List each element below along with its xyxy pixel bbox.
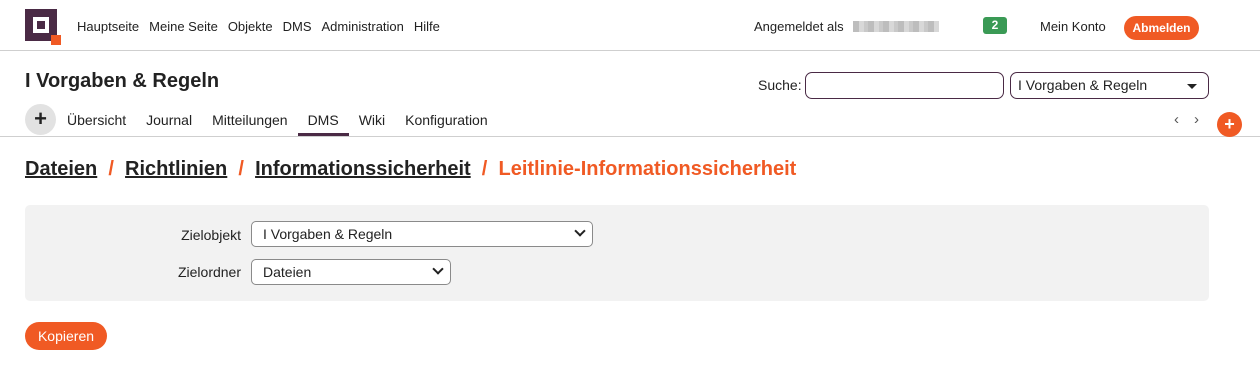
page-title: I Vorgaben & Regeln xyxy=(25,70,220,92)
tab-dms[interactable]: DMS xyxy=(297,101,349,136)
target-object-value: I Vorgaben & Regeln xyxy=(263,226,393,242)
main-nav: Hauptseite Meine Seite Objekte DMS Admin… xyxy=(77,19,440,34)
logout-button[interactable]: Abmelden xyxy=(1124,16,1199,40)
target-folder-select[interactable]: Dateien xyxy=(251,259,451,285)
redacted-username xyxy=(853,21,939,32)
tab-konfiguration[interactable]: Konfiguration xyxy=(395,101,498,136)
breadcrumb-separator: / xyxy=(102,158,120,180)
chevron-left-icon[interactable]: ‹ xyxy=(1174,111,1179,128)
tab-wiki[interactable]: Wiki xyxy=(349,101,395,136)
nav-administration[interactable]: Administration xyxy=(322,19,404,34)
tab-uebersicht[interactable]: Übersicht xyxy=(57,101,136,136)
chevron-down-icon xyxy=(574,225,586,237)
project-tabs-bar: + Übersicht Journal Mitteilungen DMS Wik… xyxy=(0,101,1260,137)
search-label: Suche: xyxy=(758,77,802,93)
copy-button[interactable]: Kopieren xyxy=(25,322,107,350)
breadcrumb-current: Leitlinie-Informationssicherheit xyxy=(498,158,797,180)
nav-objekte[interactable]: Objekte xyxy=(228,19,273,34)
breadcrumb: Dateien / Richtlinien / Informationssich… xyxy=(25,158,796,181)
target-folder-value: Dateien xyxy=(263,264,312,280)
copy-form-panel: Zielobjekt I Vorgaben & Regeln Zielordne… xyxy=(25,205,1209,301)
project-jump-select[interactable]: I Vorgaben & Regeln xyxy=(1010,72,1209,99)
breadcrumb-dateien[interactable]: Dateien xyxy=(25,158,97,180)
new-item-button[interactable]: + xyxy=(25,104,56,135)
nav-meine-seite[interactable]: Meine Seite xyxy=(149,19,218,34)
nav-dms[interactable]: DMS xyxy=(283,19,312,34)
project-tabs: Übersicht Journal Mitteilungen DMS Wiki … xyxy=(57,101,498,136)
tab-journal[interactable]: Journal xyxy=(136,101,202,136)
notification-badge[interactable]: 2 xyxy=(983,17,1007,34)
chevron-right-icon[interactable]: › xyxy=(1194,111,1199,128)
target-object-select[interactable]: I Vorgaben & Regeln xyxy=(251,221,593,247)
chevron-down-icon xyxy=(432,263,444,275)
project-jump-value: I Vorgaben & Regeln xyxy=(1018,77,1148,93)
breadcrumb-separator: / xyxy=(476,158,493,180)
breadcrumb-informationssicherheit[interactable]: Informationssicherheit xyxy=(255,158,471,180)
app-logo[interactable] xyxy=(25,9,61,45)
add-fab-button[interactable]: + xyxy=(1217,112,1242,137)
search-input[interactable] xyxy=(805,72,1004,99)
target-folder-label: Zielordner xyxy=(177,264,241,280)
caret-down-icon xyxy=(1187,84,1197,89)
nav-hilfe[interactable]: Hilfe xyxy=(414,19,440,34)
logged-in-label: Angemeldet als xyxy=(754,19,844,34)
breadcrumb-richtlinien[interactable]: Richtlinien xyxy=(125,158,227,180)
breadcrumb-separator: / xyxy=(232,158,250,180)
top-bar: Hauptseite Meine Seite Objekte DMS Admin… xyxy=(0,0,1260,51)
tab-mitteilungen[interactable]: Mitteilungen xyxy=(202,101,298,136)
target-object-label: Zielobjekt xyxy=(181,227,241,243)
my-account-link[interactable]: Mein Konto xyxy=(1040,19,1106,34)
nav-hauptseite[interactable]: Hauptseite xyxy=(77,19,139,34)
